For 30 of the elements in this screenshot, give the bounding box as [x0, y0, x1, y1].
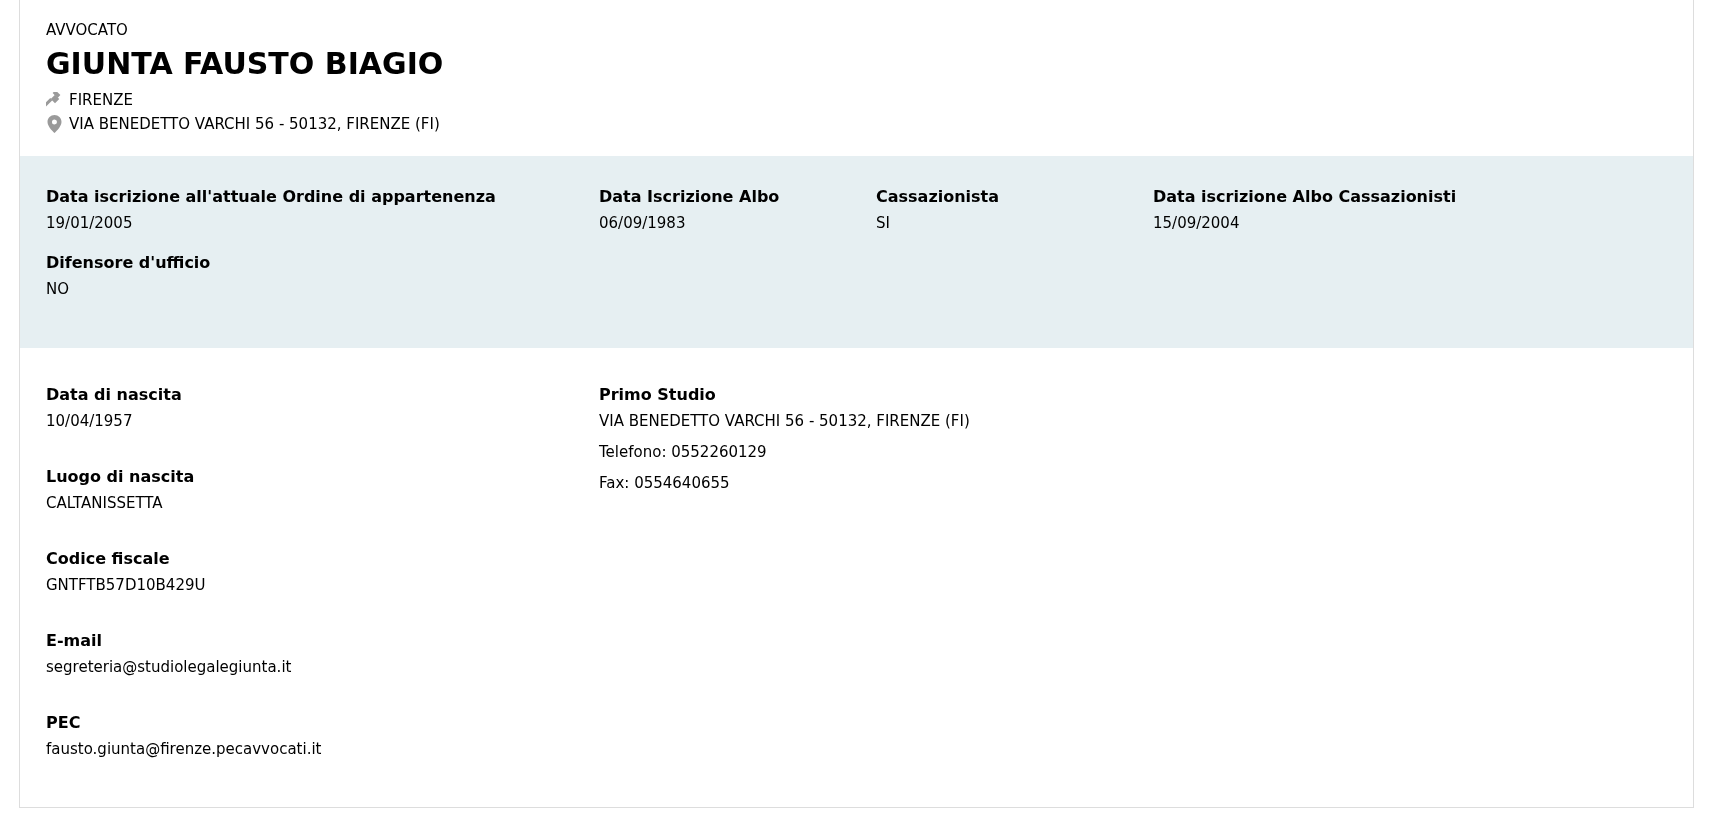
field-label: Data di nascita — [46, 384, 183, 406]
address-text: VIA BENEDETTO VARCHI 56 - 50132, FIRENZE (FI) — [69, 114, 440, 135]
field-label: PEC — [46, 712, 82, 734]
field-value: segreteria@studiolegalegiunta.it — [46, 657, 293, 678]
studio-detail: VIA BENEDETTO VARCHI 56 - 50132, FIRENZE (FI) — [599, 411, 971, 432]
field-value: GNTFTB57D10B429U — [46, 575, 207, 596]
lawyer-name: GIUNTA FAUSTO BIAGIO — [46, 45, 445, 83]
studio-detail: Telefono: 0552260129 — [599, 442, 768, 463]
field-value: SI — [876, 213, 891, 234]
role-label: AVVOCATO — [46, 20, 129, 40]
field-label: Data iscrizione all'attuale Ordine di appartenenza — [46, 186, 497, 208]
field-value: 19/01/2005 — [46, 213, 134, 234]
gavel-icon — [46, 92, 63, 108]
field-label: Codice fiscale — [46, 548, 171, 570]
field-value: 15/09/2004 — [1153, 213, 1241, 234]
field-value: CALTANISSETTA — [46, 493, 164, 514]
field-label: Difensore d'ufficio — [46, 252, 212, 274]
field-value: 10/04/1957 — [46, 411, 134, 432]
field-label: Data Iscrizione Albo — [599, 186, 781, 208]
court-city: FIRENZE — [69, 90, 133, 111]
field-label: Data iscrizione Albo Cassazionisti — [1153, 186, 1458, 208]
field-value: NO — [46, 279, 71, 300]
field-label: E-mail — [46, 630, 103, 652]
field-label: Cassazionista — [876, 186, 1000, 208]
location-pin-icon — [46, 115, 63, 133]
field-label: Primo Studio — [599, 384, 717, 406]
field-label: Luogo di nascita — [46, 466, 196, 488]
field-value: fausto.giunta@firenze.pecavvocati.it — [46, 739, 323, 760]
field-value: 06/09/1983 — [599, 213, 687, 234]
studio-detail: Fax: 0554640655 — [599, 473, 731, 494]
